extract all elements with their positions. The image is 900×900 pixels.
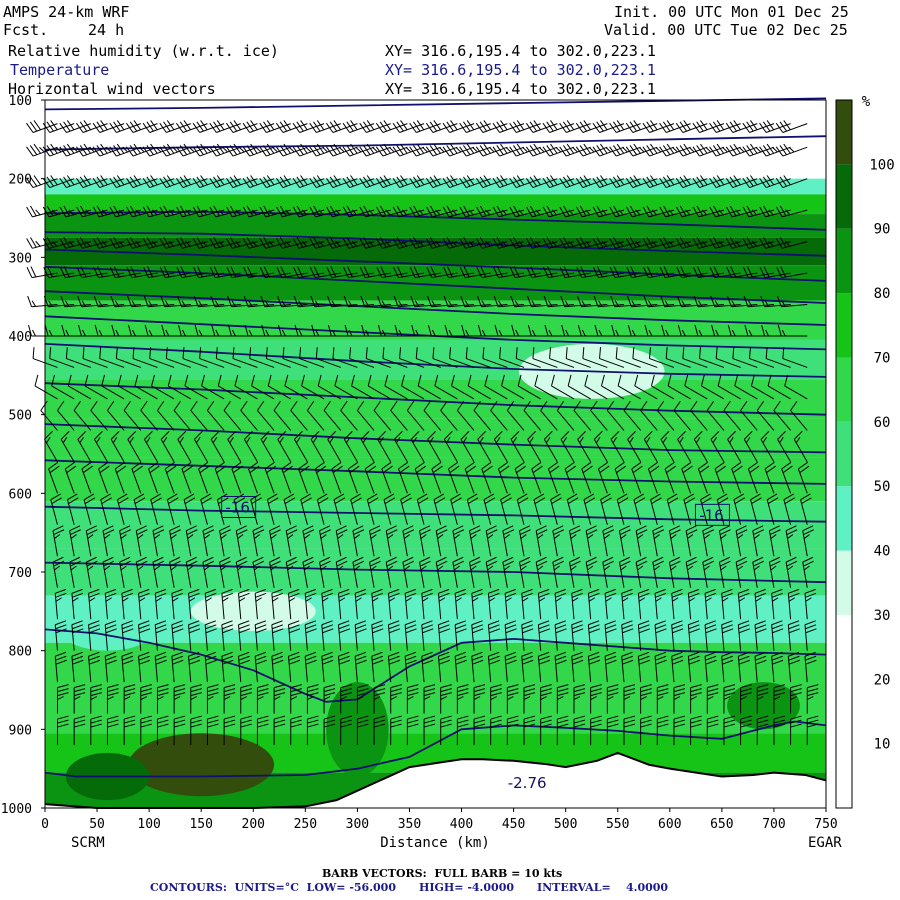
endpoint-left: SCRM: [71, 835, 105, 851]
colorbar-tick-label: 60: [874, 415, 891, 431]
y-tick-label: 1000: [1, 802, 32, 817]
x-tick-label: 300: [346, 817, 369, 832]
endpoint-right: EGAR: [808, 835, 842, 851]
rh-layer: [45, 642, 826, 690]
contour-label: -16: [699, 506, 724, 524]
x-tick-label: 0: [41, 817, 49, 832]
cross-section-chart: -16 -16-2.76 1002003004005006007008009001…: [1, 94, 895, 851]
contour-label: -16: [225, 498, 250, 516]
rh-layer: [45, 548, 826, 596]
x-tick-label: 500: [554, 817, 577, 832]
x-axis-label: Distance (km): [380, 835, 490, 851]
rh-feature: [190, 591, 316, 631]
colorbar-unit: %: [862, 94, 871, 110]
colorbar-segment: [836, 357, 852, 422]
y-tick-label: 500: [9, 409, 32, 424]
x-tick-label: 100: [137, 817, 160, 832]
y-tick-label: 900: [9, 723, 32, 738]
rh-feature: [128, 733, 275, 797]
y-tick-label: 400: [9, 330, 32, 345]
x-tick-label: 750: [814, 817, 837, 832]
colorbar-segment: [836, 550, 852, 615]
x-tick-label: 250: [294, 817, 317, 832]
rh-layer: [45, 595, 826, 643]
colorbar-tick-label: 20: [874, 672, 891, 688]
colorbar-segment: [836, 228, 852, 294]
colorbar-segment: [836, 614, 852, 680]
x-tick-label: 450: [502, 817, 525, 832]
colorbar: 10 20 30 40 50 60 70 80 90 100%: [835, 94, 895, 809]
x-tick-label: 600: [658, 817, 681, 832]
colorbar-segment: [836, 486, 852, 551]
x-tick-label: 150: [189, 817, 212, 832]
contour-legend: CONTOURS: UNITS=°C LOW= -56.000 HIGH= -4…: [150, 881, 669, 894]
colorbar-tick-label: 10: [874, 737, 891, 753]
y-tick-label: 800: [9, 645, 32, 660]
colorbar-tick-label: 30: [874, 608, 891, 624]
rh-layer: [45, 100, 826, 144]
colorbar-segment: [836, 100, 852, 165]
x-tick-label: 700: [762, 817, 785, 832]
colorbar-segment: [836, 293, 852, 358]
colorbar-tick-label: 70: [874, 350, 891, 366]
rh-shading: [45, 100, 826, 808]
colorbar-tick-label: 80: [874, 286, 891, 302]
x-tick-label: 350: [398, 817, 421, 832]
x-tick-label: 200: [242, 817, 265, 832]
y-tick-label: 300: [9, 251, 32, 266]
colorbar-segment: [836, 743, 852, 808]
colorbar-tick-label: 100: [869, 157, 894, 173]
colorbar-tick-label: 90: [874, 222, 891, 238]
colorbar-tick-label: 40: [874, 544, 891, 560]
contour-label: -2.76: [508, 774, 547, 792]
x-tick-label: 650: [710, 817, 733, 832]
y-tick-label: 700: [9, 566, 32, 581]
x-tick-label: 400: [450, 817, 473, 832]
colorbar-tick-label: 50: [874, 479, 891, 495]
colorbar-segment: [836, 679, 852, 744]
x-tick-label: 50: [89, 817, 105, 832]
x-tick-label: 550: [606, 817, 629, 832]
y-tick-label: 100: [9, 94, 32, 109]
colorbar-segment: [836, 164, 852, 229]
y-tick-label: 600: [9, 487, 32, 502]
colorbar-segment: [836, 421, 852, 487]
y-tick-label: 200: [9, 173, 32, 188]
